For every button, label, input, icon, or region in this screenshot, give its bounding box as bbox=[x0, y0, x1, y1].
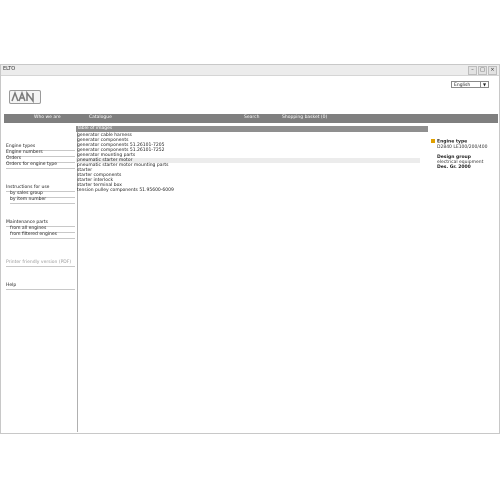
sidebar-item-from-filtered-engines[interactable]: from filtered engines bbox=[10, 232, 75, 239]
sidebar-item-by-item-number[interactable]: by item number bbox=[10, 197, 75, 204]
nav-who-we-are[interactable]: Who we are bbox=[34, 115, 61, 120]
minimize-button[interactable]: – bbox=[468, 66, 477, 75]
window-controls: – □ × bbox=[468, 66, 497, 75]
title-bar: ELTO – □ × bbox=[1, 65, 499, 76]
engine-details: Engine type D2840 LE100/200/400 Design g… bbox=[431, 139, 499, 170]
table-header: Table of images bbox=[76, 126, 428, 132]
maximize-button[interactable]: □ bbox=[478, 66, 487, 75]
top-navigation: Who we are Catalogue Search Shopping bas… bbox=[4, 114, 498, 123]
table-row[interactable]: tension pulley components 51.95600-6009 bbox=[76, 188, 420, 193]
app-window: ELTO – □ × English ▼ Who we are Catalogu… bbox=[0, 64, 500, 434]
man-logo bbox=[9, 90, 41, 104]
close-button[interactable]: × bbox=[488, 66, 497, 75]
sidebar-item-printer-friendly[interactable]: Printer friendly version (PDF) bbox=[6, 260, 75, 267]
language-select[interactable]: English ▼ bbox=[451, 81, 489, 88]
nav-search[interactable]: Search bbox=[244, 115, 259, 120]
chevron-down-icon[interactable]: ▼ bbox=[480, 82, 488, 87]
bullet-icon bbox=[431, 139, 435, 143]
sidebar: Engine types Engine numbers Orders Order… bbox=[4, 126, 78, 432]
language-select-value: English bbox=[454, 83, 471, 88]
images-table: Table of images generator cable harness … bbox=[76, 126, 428, 432]
nav-shopping-basket[interactable]: Shopping basket (0) bbox=[282, 115, 327, 120]
engine-type-value: D2840 LE100/200/400 bbox=[437, 144, 488, 150]
sidebar-item-help[interactable]: Help bbox=[6, 283, 75, 290]
des-gr-label: Des. Gr. 2000 bbox=[437, 164, 471, 170]
engine-type-label: Engine type bbox=[437, 139, 468, 145]
window-title: ELTO bbox=[3, 66, 16, 72]
sidebar-item-orders-engine-type[interactable]: Orders for engine type bbox=[6, 162, 75, 169]
nav-catalogue[interactable]: Catalogue bbox=[89, 115, 112, 120]
